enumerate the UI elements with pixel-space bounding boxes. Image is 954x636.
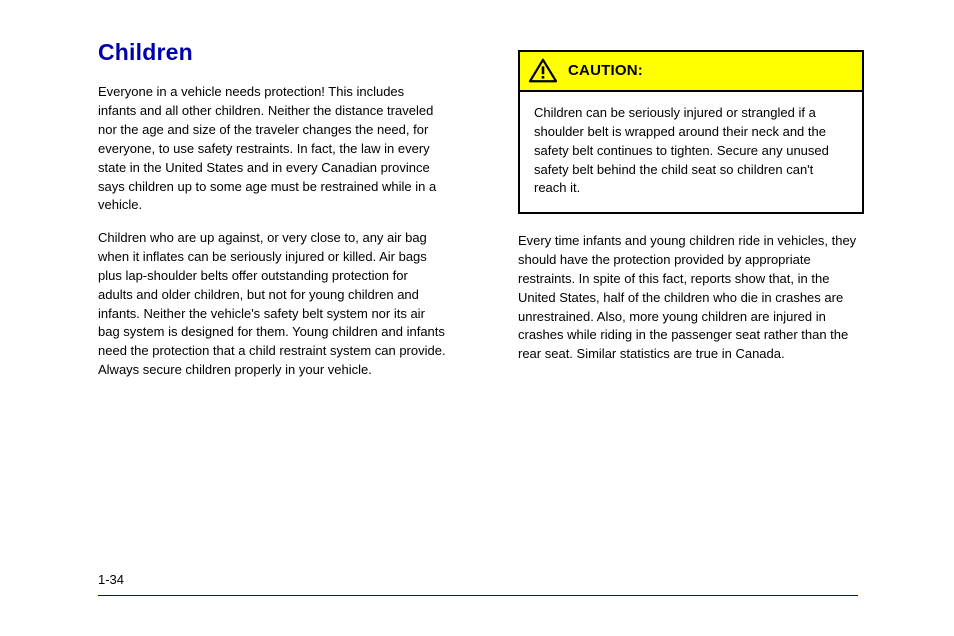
caution-header: CAUTION: [520,52,862,92]
right-column: CAUTION: Children can be seriously injur… [518,36,864,378]
warning-triangle-icon [528,58,558,84]
document-page: Children Everyone in a vehicle needs pro… [98,36,860,596]
caution-title: CAUTION: [568,60,643,82]
caution-box: CAUTION: Children can be seriously injur… [518,50,864,214]
caution-body: Children can be seriously injured or str… [520,92,862,212]
paragraph: Children who are up against, or very clo… [98,229,446,380]
left-column: Children Everyone in a vehicle needs pro… [98,36,446,394]
paragraph: Everyone in a vehicle needs protection! … [98,83,446,215]
section-heading: Children [98,36,446,69]
page-number: 1-34 [98,571,124,590]
paragraph: Every time infants and young children ri… [518,232,864,364]
page-footer-rule [98,595,858,596]
